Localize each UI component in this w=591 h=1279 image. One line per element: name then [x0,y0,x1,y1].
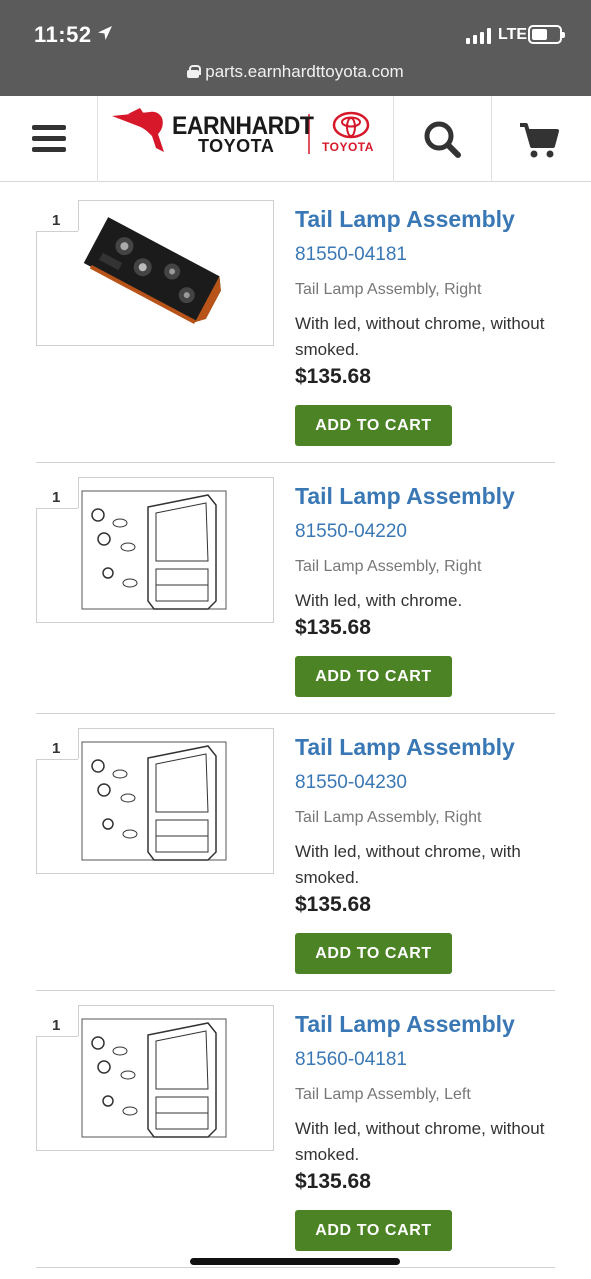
product-note: With led, with chrome. [295,591,463,610]
part-number-link[interactable]: 81560-04181 [295,1048,553,1072]
product-description: Tail Lamp Assembly, Right [295,809,482,826]
product-name-link[interactable]: Tail Lamp Assembly [295,1009,553,1039]
logo-text-toyota: TOYOTA [198,136,275,156]
product-name-link[interactable]: Tail Lamp Assembly [295,481,553,511]
product-note: With led, without chrome, without smoked… [295,314,545,359]
product-description: Tail Lamp Assembly, Right [295,558,482,575]
product-info: Tail Lamp Assembly 81550-04220 Tail Lamp… [295,481,553,697]
lock-icon [187,65,202,78]
add-to-cart-button[interactable]: ADD TO CART [295,656,452,697]
product-item: 1 Tail Lamp Assembly 81560-04181 Tail La… [36,991,555,1268]
cart-icon [520,123,559,158]
product-description: Tail Lamp Assembly, Right [295,281,482,298]
add-to-cart-button[interactable]: ADD TO CART [295,405,452,446]
part-number-link[interactable]: 81550-04220 [295,520,553,544]
product-price: $135.68 [295,616,371,639]
product-price: $135.68 [295,893,371,916]
site-header: EARNHARDT TOYOTA TOYOTA [0,96,591,182]
search-button[interactable] [394,96,492,182]
product-price: $135.68 [295,1170,371,1193]
tail-lamp-diagram [81,490,227,610]
menu-button[interactable] [0,96,98,182]
product-item: 1 Tail Lamp Assembly 81550-04181 Tail La… [36,186,555,463]
part-number-link[interactable]: 81550-04230 [295,771,553,795]
clock: 11:52 [34,22,92,47]
dealer-logo[interactable]: EARNHARDT TOYOTA TOYOTA [98,96,394,182]
add-to-cart-button[interactable]: ADD TO CART [295,933,452,974]
product-info: Tail Lamp Assembly 81550-04230 Tail Lamp… [295,732,553,974]
product-item: 1 Tail Lamp Assembly 81550-04230 Tail La… [36,714,555,991]
quantity-label: 1 [52,740,61,757]
tail-lamp-photo [83,217,221,324]
cellular-signal-icon [466,28,491,44]
ios-status-bar: 11:52 LTE parts.earnhardttoyota.com [0,0,591,96]
network-type: LTE [498,26,528,43]
product-info: Tail Lamp Assembly 81560-04181 Tail Lamp… [295,1009,553,1251]
product-price: $135.68 [295,365,371,388]
quantity-label: 1 [52,1017,61,1034]
part-number-link[interactable]: 81550-04181 [295,243,553,267]
product-note: With led, without chrome, without smoked… [295,1119,545,1164]
tail-lamp-diagram [81,1018,227,1138]
location-arrow-icon [98,26,112,40]
product-description: Tail Lamp Assembly, Left [295,1086,471,1103]
cart-button[interactable] [492,96,591,182]
product-info: Tail Lamp Assembly 81550-04181 Tail Lamp… [295,204,553,446]
product-item: 1 Tail Lamp Assembly 81550-04220 Tail La… [36,463,555,714]
product-image-diagram[interactable] [36,477,274,623]
toyota-wordmark: TOYOTA [322,140,374,154]
product-image-photo[interactable] [36,200,274,346]
product-image-diagram[interactable] [36,728,274,874]
product-name-link[interactable]: Tail Lamp Assembly [295,204,553,234]
product-note: With led, without chrome, with smoked. [295,842,521,887]
address-bar[interactable]: parts.earnhardttoyota.com [0,62,591,82]
hamburger-menu-icon [32,125,66,153]
quantity-label: 1 [52,489,61,506]
home-indicator[interactable] [190,1258,400,1265]
url-text: parts.earnhardttoyota.com [205,62,404,81]
product-list: 1 Tail Lamp Assembly 81550-04181 Tail La… [36,186,555,1268]
add-to-cart-button[interactable]: ADD TO CART [295,1210,452,1251]
tail-lamp-diagram [81,741,227,861]
quantity-label: 1 [52,212,61,229]
product-name-link[interactable]: Tail Lamp Assembly [295,732,553,762]
product-image-diagram[interactable] [36,1005,274,1151]
search-icon [424,121,461,158]
battery-icon [528,25,565,44]
